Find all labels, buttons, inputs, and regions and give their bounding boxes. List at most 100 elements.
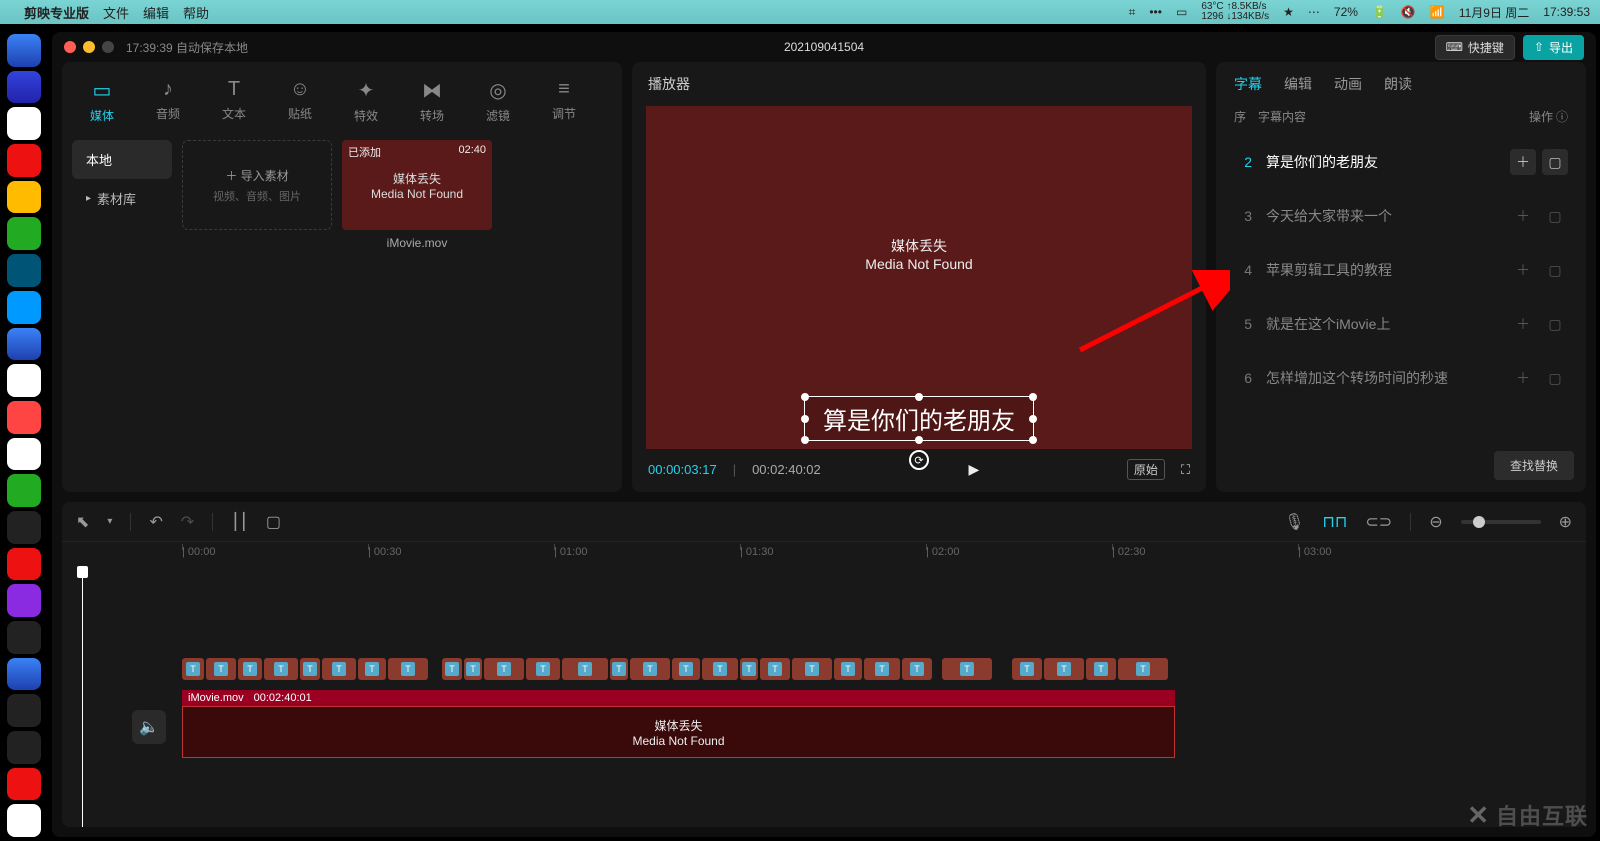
delete-tool-icon[interactable]: ▢ [266,512,281,532]
dock-app-19[interactable] [7,694,41,727]
subtitle-segment[interactable]: T [562,658,608,680]
close-window-icon[interactable] [64,41,76,53]
subtitle-track[interactable]: TTTTTTTTTTTTTTTTTTTTTTTTTTTT [182,656,1586,684]
dock-app-17[interactable] [7,621,41,654]
subtitle-segment[interactable]: T [834,658,862,680]
resize-handle-bc[interactable] [915,436,923,444]
magnet-icon[interactable]: ⊓⊓ [1322,512,1347,532]
add-subtitle-icon[interactable]: ＋ [1510,311,1536,337]
export-button[interactable]: ⇧ 导出 [1523,35,1584,60]
playhead[interactable] [82,566,83,827]
menubar-display-icon[interactable]: ▭ [1176,5,1187,19]
zoom-in-icon[interactable]: ⊕ [1559,512,1572,532]
subtitle-segment[interactable]: T [702,658,738,680]
subtitle-segment[interactable]: T [358,658,386,680]
subtitle-segment[interactable]: T [1086,658,1116,680]
dock-finder[interactable] [7,34,41,67]
add-subtitle-icon[interactable]: ＋ [1510,149,1536,175]
dock-app-11[interactable] [7,401,41,434]
undo-icon[interactable]: ↶ [149,512,162,532]
menubar-extra-icon[interactable]: ⋯ [1308,5,1320,19]
subtitle-segment[interactable]: T [1044,658,1084,680]
add-subtitle-icon[interactable]: ＋ [1510,365,1536,391]
side-tab-0[interactable]: 字幕 [1234,74,1262,94]
delete-subtitle-icon[interactable]: ▢ [1542,203,1568,229]
dock-app-8[interactable] [7,291,41,324]
subtitle-row-2[interactable]: 2算是你们的老朋友＋▢ [1226,135,1576,189]
subtitle-row-6[interactable]: 6怎样增加这个转场时间的秒速＋▢ [1226,351,1576,405]
zoom-slider[interactable] [1461,520,1541,524]
delete-subtitle-icon[interactable]: ▢ [1542,149,1568,175]
dock-app-13[interactable] [7,474,41,507]
media-tab-1[interactable]: ♪音频 [140,72,196,130]
subtitle-segment[interactable]: T [1118,658,1168,680]
dock-app-22[interactable] [7,804,41,837]
fullscreen-icon[interactable]: ⛶ [1181,462,1190,478]
dock-app-4[interactable] [7,144,41,177]
menubar-grid-icon[interactable]: ⌗ [1129,5,1136,20]
subtitle-segment[interactable]: T [942,658,992,680]
delete-subtitle-icon[interactable]: ▢ [1542,257,1568,283]
redo-icon[interactable]: ↷ [181,512,194,532]
resize-handle-br[interactable] [1029,436,1037,444]
menu-edit[interactable]: 编辑 [143,3,169,22]
subtitle-row-5[interactable]: 5就是在这个iMovie上＋▢ [1226,297,1576,351]
resize-handle-lc[interactable] [801,415,809,423]
dock-app-12[interactable] [7,438,41,471]
subtitle-segment[interactable]: T [388,658,428,680]
dock-app-6[interactable] [7,217,41,250]
wifi-icon[interactable]: 📶 [1430,5,1445,19]
resize-handle-tl[interactable] [801,393,809,401]
dock-app-3[interactable] [7,107,41,140]
info-icon[interactable]: ⓘ [1556,108,1568,125]
subtitle-segment[interactable]: T [1012,658,1042,680]
dock-app-10[interactable] [7,364,41,397]
media-tab-5[interactable]: ⧓转场 [404,72,460,130]
subtitle-segment[interactable]: T [902,658,932,680]
subtitle-row-3[interactable]: 3今天给大家带来一个＋▢ [1226,189,1576,243]
subtitle-segment[interactable]: T [206,658,236,680]
side-tab-2[interactable]: 动画 [1334,74,1362,94]
star-icon[interactable]: ★ [1283,5,1294,19]
dock-app-20[interactable] [7,731,41,764]
timeline-ruler[interactable]: | 00:00| 00:30| 01:00| 01:30| 02:00| 02:… [182,542,1586,566]
link-icon[interactable]: ⊂⊃ [1365,512,1392,532]
media-sub-0[interactable]: 本地 [72,140,172,179]
subtitle-segment[interactable]: T [760,658,790,680]
media-sub-1[interactable]: ▸ 素材库 [72,179,172,218]
menu-help[interactable]: 帮助 [183,3,209,22]
media-tab-0[interactable]: ▭媒体 [74,72,130,130]
resize-handle-bl[interactable] [801,436,809,444]
side-tab-1[interactable]: 编辑 [1284,74,1312,94]
play-button-icon[interactable]: ▶ [968,461,979,478]
delete-subtitle-icon[interactable]: ▢ [1542,311,1568,337]
import-media-box[interactable]: ＋ 导入素材 视频、音频、图片 [182,140,332,230]
zoom-window-icon[interactable] [102,41,114,53]
add-subtitle-icon[interactable]: ＋ [1510,257,1536,283]
aspect-ratio-button[interactable]: 原始 [1127,459,1165,480]
menu-file[interactable]: 文件 [103,3,129,22]
subtitle-segment[interactable]: T [792,658,832,680]
subtitle-segment[interactable]: T [464,658,482,680]
subtitle-segment[interactable]: T [182,658,204,680]
dock-app-15[interactable] [7,548,41,581]
dock-app-14[interactable] [7,511,41,544]
media-clip[interactable]: 已添加 02:40 媒体丢失 Media Not Found iMovie.mo… [342,140,492,482]
player-canvas[interactable]: 媒体丢失 Media Not Found 算是你们的老朋友 ⟳ [646,106,1192,449]
mic-icon[interactable]: 🎙 [1284,512,1304,532]
media-tab-6[interactable]: ◎滤镜 [470,72,526,130]
track-mute-button[interactable]: 🔈 [132,710,166,744]
dock-app-7[interactable] [7,254,41,287]
volume-icon[interactable]: 🔇 [1401,5,1416,19]
resize-handle-tr[interactable] [1029,393,1037,401]
dock-app-5[interactable] [7,181,41,214]
minimize-window-icon[interactable] [83,41,95,53]
dock-app-9[interactable] [7,328,41,361]
media-tab-4[interactable]: ✦特效 [338,72,394,130]
subtitle-segment[interactable]: T [300,658,320,680]
dock-app-16[interactable] [7,584,41,617]
subtitle-segment[interactable]: T [740,658,758,680]
dock-app-21[interactable] [7,768,41,801]
timeline-tracks[interactable]: TTTTTTTTTTTTTTTTTTTTTTTTTTTT 🔈 iMovie.mo… [62,566,1586,827]
shortcut-button[interactable]: ⌨ 快捷键 [1435,35,1515,60]
